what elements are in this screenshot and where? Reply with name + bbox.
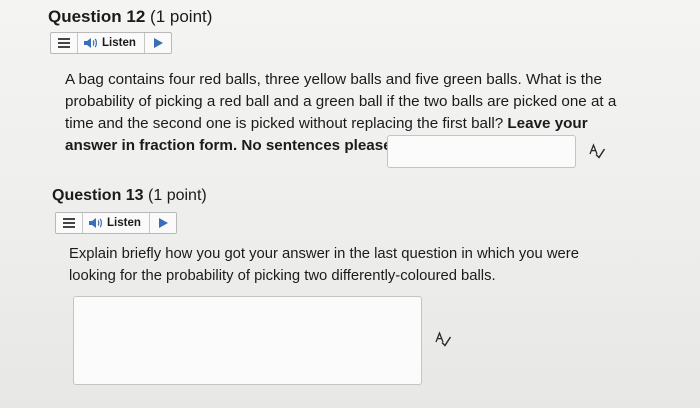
hamburger-menu-icon	[63, 218, 75, 228]
listen-label: Listen	[102, 37, 136, 49]
spellcheck-icon[interactable]	[588, 143, 606, 159]
speaker-icon	[84, 38, 97, 48]
listen-button[interactable]: Listen	[78, 33, 145, 53]
play-button[interactable]	[150, 213, 176, 233]
listen-toolbar-q13: Listen	[55, 212, 177, 234]
play-icon	[158, 218, 168, 228]
question-13-text: Explain briefly how you got your answer …	[69, 243, 614, 287]
question-13-points: (1 point)	[148, 187, 207, 204]
question-12-title: Question 12 (1 point)	[48, 7, 212, 27]
menu-button[interactable]	[51, 33, 78, 53]
play-icon	[153, 38, 163, 48]
question-13-label: Question 13	[52, 187, 144, 204]
speaker-icon	[89, 218, 102, 228]
question-12-points: (1 point)	[150, 7, 213, 26]
question-12-label: Question 12	[48, 7, 146, 26]
listen-toolbar-q12: Listen	[50, 32, 172, 54]
question-13-answer-textarea[interactable]	[73, 296, 422, 385]
hamburger-menu-icon	[58, 38, 70, 48]
listen-label: Listen	[107, 217, 141, 229]
menu-button[interactable]	[56, 213, 83, 233]
spellcheck-icon[interactable]	[434, 331, 452, 347]
question-12-answer-input[interactable]	[387, 135, 576, 168]
listen-button[interactable]: Listen	[83, 213, 150, 233]
question-13-title: Question 13 (1 point)	[52, 187, 207, 205]
question-13-prompt: Explain briefly how you got your answer …	[69, 246, 579, 284]
play-button[interactable]	[145, 33, 171, 53]
